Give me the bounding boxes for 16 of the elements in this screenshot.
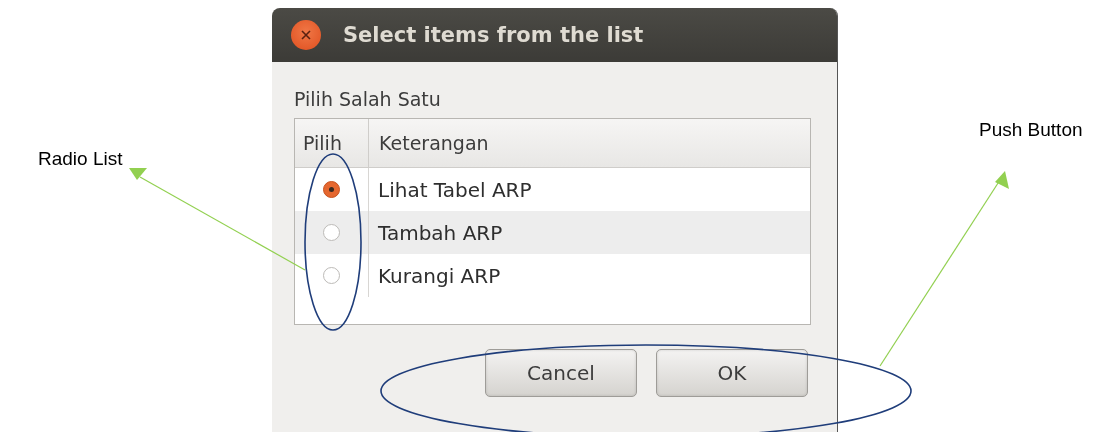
column-header[interactable]: Keterangan <box>369 119 810 167</box>
close-icon <box>300 29 312 41</box>
close-button[interactable] <box>291 20 321 50</box>
window-title: Select items from the list <box>343 23 644 47</box>
ok-button[interactable]: OK <box>656 349 808 397</box>
option-label: Kurangi ARP <box>377 262 502 290</box>
radio-button[interactable] <box>323 267 340 284</box>
option-label: Lihat Tabel ARP <box>377 176 533 204</box>
option-label: Tambah ARP <box>377 219 504 247</box>
annotation-label: Radio List <box>38 148 123 170</box>
prompt-label: Pilih Salah Satu <box>294 88 442 110</box>
cancel-button[interactable]: Cancel <box>485 349 637 397</box>
column-header[interactable]: Pilih <box>295 119 369 167</box>
radio-button[interactable] <box>323 224 340 241</box>
radio-button[interactable] <box>323 181 340 198</box>
annotation-label: Push Button <box>979 119 1083 141</box>
